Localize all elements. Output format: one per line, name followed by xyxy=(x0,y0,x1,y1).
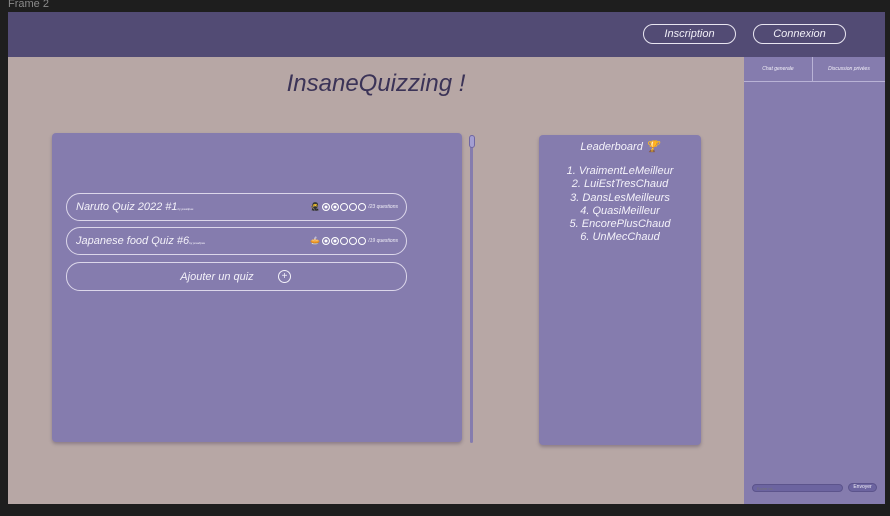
chat-message-input[interactable] xyxy=(752,484,843,492)
quiz-author: by jesaitpas xyxy=(189,241,205,245)
quiz-meta: 🥷 /23 questions xyxy=(310,202,398,211)
difficulty-dot-filled xyxy=(322,202,331,211)
send-button[interactable]: Envoyer xyxy=(848,483,877,492)
question-count: /23 questions xyxy=(368,203,398,210)
quiz-list-panel: Naruto Quiz 2022 #1by jesaitpas 🥷 /23 qu… xyxy=(52,133,462,442)
leaderboard-panel: Leaderboard 🏆 1. VraimentLeMeilleur 2. L… xyxy=(539,135,701,445)
leaderboard-entry: 4. QuasiMeilleur xyxy=(580,204,660,217)
plus-icon: + xyxy=(278,270,291,283)
pie-icon: 🥧 xyxy=(310,236,321,245)
quiz-name: Naruto Quiz 2022 #1by jesaitpas xyxy=(76,201,194,213)
difficulty-dot-empty xyxy=(358,236,367,245)
quiz-meta: 🥧 /19 questions xyxy=(310,236,398,245)
signup-button[interactable]: Inscription xyxy=(643,24,736,44)
quiz-author: by jesaitpas xyxy=(177,207,194,211)
leaderboard-entry: 1. VraimentLeMeilleur xyxy=(566,165,674,177)
quiz-item-japanese-food[interactable]: Japanese food Quiz #6by jesaitpas 🥧 /19 … xyxy=(66,227,407,255)
leaderboard-entry: 5. EncorePlusChaud xyxy=(569,218,671,231)
difficulty-dot-empty xyxy=(340,202,349,211)
difficulty-dot-filled xyxy=(322,236,331,245)
tab-private-discussion[interactable]: Discussion privées xyxy=(813,57,885,81)
quiz-scrollbar-thumb[interactable] xyxy=(469,135,475,148)
quiz-item-naruto[interactable]: Naruto Quiz 2022 #1by jesaitpas 🥷 /23 qu… xyxy=(66,193,407,221)
tab-chat-general[interactable]: Chat generale xyxy=(744,57,812,81)
difficulty-dot-filled xyxy=(331,202,340,211)
leaderboard-title: Leaderboard 🏆 xyxy=(580,141,660,153)
quiz-name: Japanese food Quiz #6by jesaitpas xyxy=(76,235,205,247)
leaderboard-entry: 2. LuiEstTresChaud xyxy=(571,178,669,191)
frame-label: Frame 2 xyxy=(8,0,49,10)
difficulty-dot-filled xyxy=(331,236,340,245)
login-button[interactable]: Connexion xyxy=(753,24,846,44)
difficulty-dot-empty xyxy=(349,202,358,211)
leaderboard-list: 1. VraimentLeMeilleur 2. LuiEstTresChaud… xyxy=(539,165,701,245)
quiz-scrollbar-track[interactable] xyxy=(470,135,473,443)
difficulty-dot-empty xyxy=(358,202,367,211)
header-bar: Inscription Connexion xyxy=(8,12,885,57)
app-frame: Inscription Connexion InsaneQuizzing ! N… xyxy=(8,12,885,504)
leaderboard-entry: 3. DansLesMeilleurs xyxy=(570,191,670,204)
chat-tabs: Chat generale Discussion privées xyxy=(744,57,885,82)
ninja-icon: 🥷 xyxy=(310,202,321,211)
chat-panel: Chat generale Discussion privées Envoyer xyxy=(744,57,885,504)
leaderboard-entry: 6. UnMecChaud xyxy=(580,231,660,244)
difficulty-dot-empty xyxy=(340,236,349,245)
difficulty-dot-empty xyxy=(349,236,358,245)
question-count: /19 questions xyxy=(368,237,398,244)
page-title: InsaneQuizzing ! xyxy=(286,70,466,97)
add-quiz-label: Ajouter un quiz xyxy=(180,271,254,283)
add-quiz-button[interactable]: Ajouter un quiz + xyxy=(66,262,407,291)
